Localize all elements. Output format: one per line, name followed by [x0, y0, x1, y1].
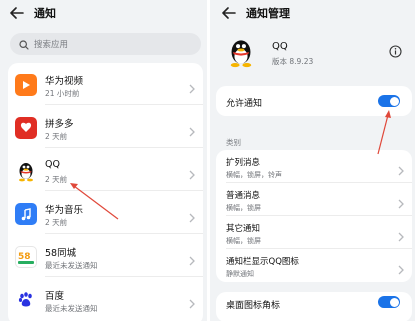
chevron-right-icon — [189, 294, 195, 313]
divider — [45, 233, 203, 234]
list-item[interactable]: 华为视频 21 小时前 — [8, 65, 203, 105]
chevron-right-icon — [398, 161, 404, 180]
option-detail: 静默通知 — [226, 270, 254, 278]
chevron-right-icon — [189, 251, 195, 270]
category-options-card: 扩列消息 横幅，锁屏，铃声 普通消息 横幅，锁屏 其它通知 横幅，锁屏 通知栏显… — [216, 150, 412, 282]
chevron-right-icon — [398, 194, 404, 213]
app-name: QQ — [45, 159, 60, 170]
option-detail: 横幅，锁屏，铃声 — [226, 171, 282, 179]
app-last-time: 2 天前 — [45, 175, 68, 184]
app-last-time: 2 天前 — [45, 218, 68, 227]
allow-notifications-card: 允许通知 — [216, 86, 412, 116]
qq-penguin-icon — [226, 36, 256, 68]
chevron-right-icon — [189, 122, 195, 141]
app-name: QQ — [272, 41, 288, 52]
list-item[interactable]: 其它通知 横幅，锁屏 — [216, 216, 412, 249]
app-last-time: 21 小时前 — [45, 89, 80, 98]
huawei-video-icon — [15, 74, 37, 96]
app-header: QQ 版本 8.9.23 — [222, 34, 412, 74]
chevron-right-icon — [398, 260, 404, 279]
app-name: 华为视频 — [45, 76, 84, 87]
header: 通知管理 — [222, 4, 290, 22]
back-arrow-icon[interactable] — [222, 6, 236, 20]
app-list: 华为视频 21 小时前 拼多多 2 天前 QQ 2 天前 华为音乐 2 天前 5… — [8, 63, 203, 321]
pinduoduo-icon — [15, 117, 37, 139]
option-name: 其它通知 — [226, 224, 261, 234]
search-icon — [19, 35, 29, 54]
notifications-list-screen: 通知 搜索应用 华为视频 21 小时前 拼多多 2 天前 QQ 2 天前 华为音… — [0, 0, 207, 321]
notification-management-screen: 通知管理 QQ 版本 8.9.23 允许通知 扩列消息 横幅，锁屏，铃声 普通消… — [210, 0, 415, 321]
list-item[interactable]: 通知栏显示QQ图标 静默通知 — [216, 249, 412, 282]
app-name: 拼多多 — [45, 119, 74, 130]
chevron-right-icon — [189, 165, 195, 184]
badge-toggle[interactable] — [378, 296, 400, 308]
divider — [45, 147, 203, 148]
option-name: 普通消息 — [226, 191, 261, 201]
option-name: 通知栏显示QQ图标 — [226, 257, 299, 267]
option-name: 扩列消息 — [226, 158, 261, 168]
list-item[interactable]: 58 58同城 最近未发送通知 — [8, 237, 203, 277]
list-item[interactable]: QQ 2 天前 — [8, 151, 203, 191]
huawei-music-icon — [15, 203, 37, 225]
header: 通知 — [10, 4, 56, 22]
app-last-time: 最近未发送通知 — [45, 304, 98, 313]
search-placeholder: 搜索应用 — [34, 40, 69, 50]
allow-notifications-row[interactable]: 允许通知 — [216, 86, 412, 116]
list-item[interactable]: 华为音乐 2 天前 — [8, 194, 203, 234]
list-item[interactable]: 百度 最近未发送通知 — [8, 280, 203, 320]
chevron-right-icon — [398, 227, 404, 246]
divider — [45, 104, 203, 105]
back-arrow-icon[interactable] — [10, 6, 24, 20]
option-detail: 横幅，锁屏 — [226, 237, 261, 245]
badge-card: 桌面图标角标 — [216, 292, 412, 321]
list-item[interactable]: 扩列消息 横幅，锁屏，铃声 — [216, 150, 412, 183]
app-last-time: 2 天前 — [45, 132, 68, 141]
app-last-time: 最近未发送通知 — [45, 261, 98, 270]
svg-text:58: 58 — [18, 252, 31, 262]
page-title: 通知管理 — [246, 7, 290, 20]
58-city-icon: 58 — [15, 246, 37, 268]
search-input[interactable]: 搜索应用 — [10, 33, 201, 55]
toggle-knob — [389, 96, 399, 106]
app-name: 华为音乐 — [45, 205, 84, 216]
app-name: 58同城 — [45, 248, 77, 259]
allow-notifications-label: 允许通知 — [226, 99, 263, 109]
option-detail: 横幅，锁屏 — [226, 204, 261, 212]
baidu-paw-icon — [15, 289, 37, 311]
chevron-right-icon — [189, 79, 195, 98]
list-item[interactable]: 拼多多 2 天前 — [8, 108, 203, 148]
app-name: 百度 — [45, 291, 65, 302]
divider — [45, 190, 203, 191]
category-label: 类别 — [226, 138, 241, 147]
allow-notifications-toggle[interactable] — [378, 95, 400, 107]
divider — [45, 276, 203, 277]
qq-penguin-icon — [15, 160, 37, 182]
badge-label: 桌面图标角标 — [226, 301, 281, 311]
list-item[interactable]: 普通消息 横幅，锁屏 — [216, 183, 412, 216]
toggle-knob — [389, 297, 399, 307]
chevron-right-icon — [189, 208, 195, 227]
screenshot-root: 通知 搜索应用 华为视频 21 小时前 拼多多 2 天前 QQ 2 天前 华为音… — [0, 0, 415, 321]
app-version: 版本 8.9.23 — [272, 57, 314, 66]
page-title: 通知 — [34, 7, 56, 20]
info-icon[interactable] — [389, 43, 402, 62]
